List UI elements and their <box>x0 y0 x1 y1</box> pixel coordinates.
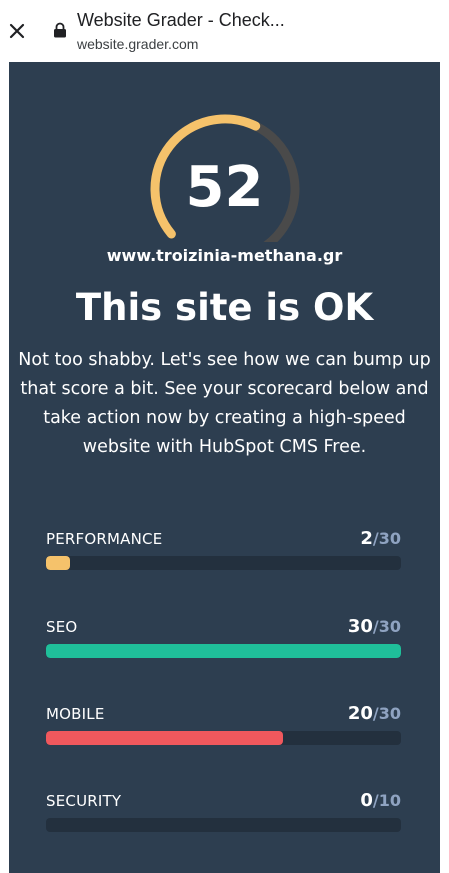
metric-label: SECURITY <box>46 792 122 810</box>
browser-top-bar: Website Grader - Check... website.grader… <box>0 0 449 62</box>
metric-label: PERFORMANCE <box>46 530 163 548</box>
lock-icon <box>54 22 66 38</box>
metric-score: 2/30 <box>360 528 401 549</box>
metric-bar-fill <box>46 644 401 658</box>
verdict-heading: This site is OK <box>75 286 374 329</box>
metric-score: 20/30 <box>347 703 401 724</box>
verdict-description: Not too shabby. Let's see how we can bum… <box>18 350 431 457</box>
metric-bar-track <box>46 818 401 832</box>
metric-score: 0/10 <box>360 790 401 811</box>
metric-score: 30/30 <box>347 616 401 637</box>
overall-score: 52 <box>185 155 264 220</box>
metric-bar-fill <box>46 556 70 570</box>
metric-bar-track <box>46 731 401 745</box>
close-icon[interactable] <box>6 20 28 42</box>
tab-title: Website Grader - Check... <box>77 10 285 30</box>
metric-label: MOBILE <box>46 705 105 723</box>
page-url[interactable]: website.grader.com <box>77 36 198 52</box>
metric-bar-fill <box>46 731 283 745</box>
metric-bar-track <box>46 644 401 658</box>
graded-site-url: www.troizinia-methana.gr <box>106 246 343 265</box>
metric-label: SEO <box>46 618 78 636</box>
metric-bar-track <box>46 556 401 570</box>
grader-panel: 52 www.troizinia-methana.gr This site is… <box>9 62 440 873</box>
